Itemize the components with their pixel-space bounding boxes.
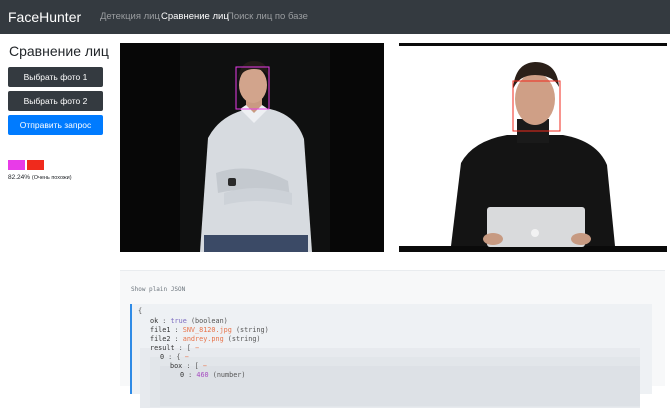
select-photo-1-button[interactable]: Выбрать фото 1 [8,67,103,87]
submit-request-button[interactable]: Отправить запрос [8,115,103,135]
json-row-box[interactable]: box : [ − [170,362,207,371]
json-row-file2: file2 : andrey.png (string) [150,335,261,343]
photo-2 [399,43,667,252]
brand-logo[interactable]: FaceHunter [8,8,81,26]
json-row-file1: file1 : SNV_8120.jpg (string) [150,326,269,334]
nav-link-face-comparison[interactable]: Сравнение лиц [161,11,229,23]
photo-2-image [399,43,667,252]
photo-1-image [120,43,384,252]
collapse-icon: − [184,353,189,361]
navbar: FaceHunter Детекция лиц Сравнение лиц По… [0,0,670,34]
show-plain-json-toggle[interactable]: Show plain JSON [131,286,185,293]
json-open-brace: { [138,307,143,315]
similarity-value: 82.24% [8,174,31,181]
select-photo-2-button[interactable]: Выбрать фото 2 [8,91,103,111]
photo-1 [120,43,384,252]
face-color-swatch-2 [27,160,44,170]
face-color-swatch-1 [8,160,25,170]
json-viewer: Show plain JSON { ok : true (boolean) fi… [120,270,665,408]
similarity-note: (Очень похожи) [31,175,72,181]
json-tree: { ok : true (boolean) file1 : SNV_8120.j… [130,304,652,408]
similarity-result: 82.24% (Очень похожи) [8,174,72,182]
collapse-icon: − [195,344,200,352]
json-row-result[interactable]: result : [ − [150,344,199,353]
nav-link-face-search[interactable]: Поиск лиц по базе [227,11,308,23]
json-row-result-0[interactable]: 0 : { − [160,353,189,362]
nav-link-face-detection[interactable]: Детекция лиц [100,11,160,23]
collapse-icon: − [202,362,207,370]
page-title: Сравнение лиц [9,43,109,59]
json-row-ok: ok : true (boolean) [150,317,228,325]
